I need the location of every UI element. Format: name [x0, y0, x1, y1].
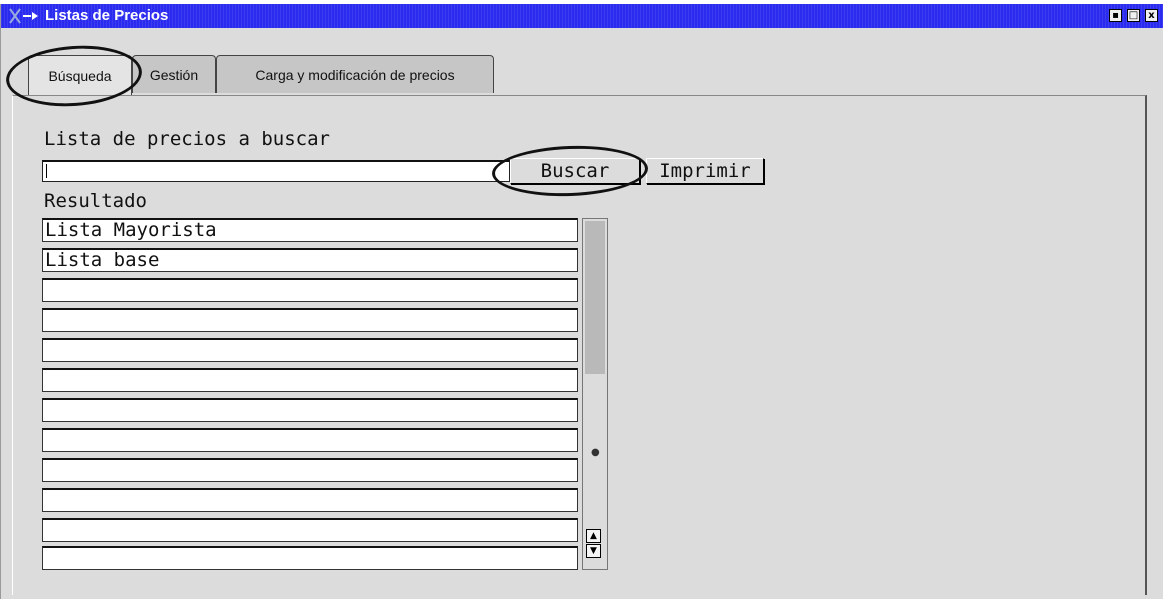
tab-gestion[interactable]: Gestión: [132, 55, 216, 93]
list-item[interactable]: [42, 338, 578, 362]
list-item[interactable]: [42, 308, 578, 332]
list-item[interactable]: [42, 546, 578, 570]
scrollbar-thumb[interactable]: [585, 221, 605, 374]
scrollbar-grip-icon: ●: [591, 447, 600, 458]
tab-carga-label: Carga y modificación de precios: [255, 66, 455, 83]
scroll-down-icon[interactable]: ▼: [586, 544, 601, 558]
list-item[interactable]: Lista base: [42, 248, 578, 272]
imprimir-button[interactable]: Imprimir: [646, 158, 764, 184]
list-item[interactable]: [42, 398, 578, 422]
app-icon: [9, 8, 38, 24]
titlebar[interactable]: Listas de Precios ▪ □ x: [1, 4, 1163, 28]
text-caret: [46, 164, 47, 178]
tab-gestion-label: Gestión: [149, 66, 199, 83]
window-title: Listas de Precios: [45, 7, 169, 24]
list-item[interactable]: [42, 518, 578, 542]
result-label: Resultado: [44, 190, 147, 212]
result-scrollbar[interactable]: ● ▲ ▼: [582, 218, 608, 570]
maximize-button[interactable]: □: [1127, 9, 1140, 22]
tab-carga-modificacion[interactable]: Carga y modificación de precios: [216, 55, 494, 93]
search-input[interactable]: [42, 160, 510, 182]
search-label: Lista de precios a buscar: [44, 128, 330, 150]
list-item[interactable]: [42, 458, 578, 482]
close-button[interactable]: x: [1145, 9, 1158, 22]
list-item[interactable]: [42, 428, 578, 452]
list-item[interactable]: [42, 488, 578, 512]
list-item[interactable]: [42, 278, 578, 302]
list-item[interactable]: Lista Mayorista: [42, 218, 578, 242]
minimize-button[interactable]: ▪: [1109, 9, 1122, 22]
scroll-up-icon[interactable]: ▲: [586, 529, 601, 543]
list-item[interactable]: [42, 368, 578, 392]
